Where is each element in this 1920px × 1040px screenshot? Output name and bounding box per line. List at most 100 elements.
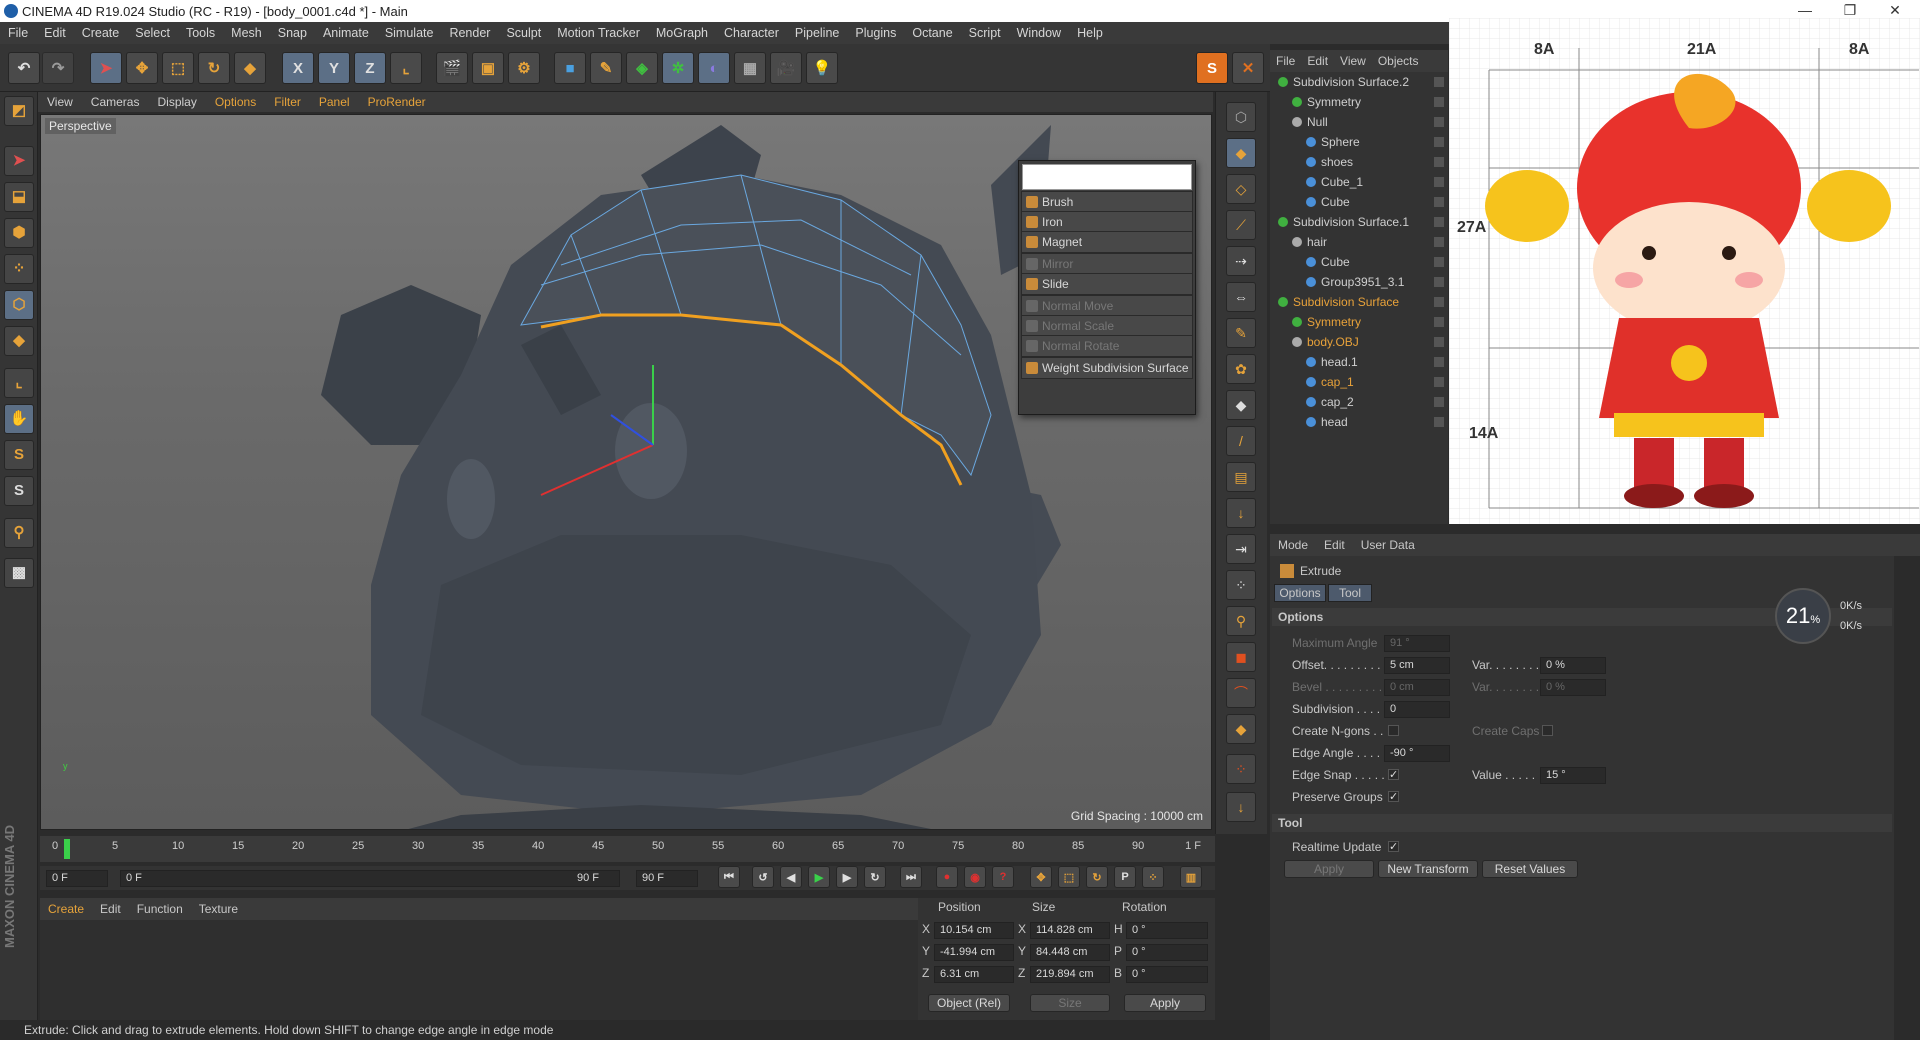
object-tree-row[interactable]: body.OBJ bbox=[1270, 332, 1448, 352]
selection-mode-icon[interactable]: ➤ bbox=[4, 146, 34, 176]
size-field[interactable]: 219.894 cm bbox=[1030, 966, 1110, 983]
step-forward-icon[interactable]: ▶ bbox=[836, 866, 858, 888]
render-settings-icon[interactable]: ⚙ bbox=[508, 52, 540, 84]
y-axis-lock[interactable]: Y bbox=[318, 52, 350, 84]
extrude-icon[interactable]: ✎ bbox=[1226, 318, 1256, 348]
object-tree-row[interactable]: Subdivision Surface.2 bbox=[1270, 72, 1448, 92]
menu-item[interactable]: Character bbox=[716, 26, 787, 40]
render-picture-viewer-icon[interactable]: ▣ bbox=[472, 52, 504, 84]
redo-button[interactable]: ↷ bbox=[42, 52, 74, 84]
material-menu-item[interactable]: Create bbox=[40, 902, 92, 916]
visibility-icon[interactable] bbox=[1434, 277, 1444, 287]
material-menu-item[interactable]: Function bbox=[129, 902, 191, 916]
rotation-field[interactable]: 0 ° bbox=[1126, 966, 1208, 983]
object-menu-item[interactable]: Edit bbox=[1301, 54, 1334, 68]
visibility-icon[interactable] bbox=[1434, 257, 1444, 267]
visibility-icon[interactable] bbox=[1434, 217, 1444, 227]
visibility-icon[interactable] bbox=[1434, 77, 1444, 87]
bevel-field[interactable]: 0 cm bbox=[1384, 679, 1450, 696]
rotation-key-icon[interactable]: ↻ bbox=[1086, 866, 1108, 888]
make-editable-icon[interactable]: ◩ bbox=[4, 96, 34, 126]
edges-mode-icon[interactable]: ⬡ bbox=[4, 290, 34, 320]
recent-tool-icon[interactable]: ◆ bbox=[234, 52, 266, 84]
create-caps-checkbox[interactable] bbox=[1542, 725, 1553, 736]
workplane-icon[interactable]: ✕ bbox=[1232, 52, 1264, 84]
move-icon[interactable]: ✥ bbox=[126, 52, 158, 84]
popup-item[interactable]: Magnet bbox=[1021, 231, 1193, 253]
snap-enable-icon[interactable]: S bbox=[4, 440, 34, 470]
texture-mode-icon[interactable]: ⬓ bbox=[4, 182, 34, 212]
object-tree-row[interactable]: Null bbox=[1270, 112, 1448, 132]
step-back-icon[interactable]: ◀ bbox=[780, 866, 802, 888]
loop-forward-icon[interactable]: ↻ bbox=[864, 866, 886, 888]
popup-item[interactable]: Mirror bbox=[1021, 253, 1193, 275]
menu-item[interactable]: Sculpt bbox=[498, 26, 549, 40]
stitch-icon[interactable]: ▤ bbox=[1226, 462, 1256, 492]
max-angle-field[interactable]: 91 ° bbox=[1384, 635, 1450, 652]
playhead[interactable] bbox=[64, 839, 70, 859]
menu-item[interactable]: Select bbox=[127, 26, 178, 40]
timeline-ruler[interactable]: 1 F 0 5 10 15 20 25 30 35 40 45 50 55 60 65 70 75 80 85 90 bbox=[40, 836, 1215, 862]
edge-angle-field[interactable]: -90 ° bbox=[1384, 745, 1450, 762]
polygons-mode-icon[interactable]: ◆ bbox=[4, 326, 34, 356]
size-mode-dropdown[interactable]: Size bbox=[1030, 994, 1110, 1012]
undo-button[interactable]: ↶ bbox=[8, 52, 40, 84]
rotation-field[interactable]: 0 ° bbox=[1126, 944, 1208, 961]
menu-item[interactable]: Motion Tracker bbox=[549, 26, 648, 40]
render-view-icon[interactable]: 🎬 bbox=[436, 52, 468, 84]
object-tree-row[interactable]: Cube_1 bbox=[1270, 172, 1448, 192]
magnet-icon[interactable]: ⚲ bbox=[4, 518, 34, 548]
x-axis-lock[interactable]: X bbox=[282, 52, 314, 84]
object-tree-row[interactable]: cap_1 bbox=[1270, 372, 1448, 392]
visibility-icon[interactable] bbox=[1434, 357, 1444, 367]
object-tree-row[interactable]: Sphere bbox=[1270, 132, 1448, 152]
mirror-icon[interactable]: ◆ bbox=[1226, 714, 1256, 744]
tab-tool[interactable]: Tool bbox=[1328, 584, 1372, 602]
spline-select-icon[interactable]: ◼ bbox=[1226, 642, 1256, 672]
scale-key-icon[interactable]: ⬚ bbox=[1058, 866, 1080, 888]
object-tree-row[interactable]: Subdivision Surface.1 bbox=[1270, 212, 1448, 232]
attribute-menu-item[interactable]: Edit bbox=[1316, 538, 1353, 552]
current-frame-field[interactable]: 0 F bbox=[46, 870, 108, 887]
menu-item[interactable]: Animate bbox=[315, 26, 377, 40]
bevel-icon[interactable]: ✿ bbox=[1226, 354, 1256, 384]
size-field[interactable]: 114.828 cm bbox=[1030, 922, 1110, 939]
model-mode-icon[interactable]: ⬢ bbox=[4, 218, 34, 248]
tweak-mode-icon[interactable]: ✋ bbox=[4, 404, 34, 434]
pen-spline-icon[interactable]: ✎ bbox=[590, 52, 622, 84]
coords-apply-button[interactable]: Apply bbox=[1124, 994, 1206, 1012]
menu-item[interactable]: Octane bbox=[904, 26, 960, 40]
visibility-icon[interactable] bbox=[1434, 237, 1444, 247]
position-field[interactable]: 10.154 cm bbox=[934, 922, 1014, 939]
create-ngons-checkbox[interactable] bbox=[1388, 725, 1399, 736]
viewport-menu-item[interactable]: Panel bbox=[310, 95, 359, 109]
apply-button[interactable]: Apply bbox=[1284, 860, 1374, 878]
menu-item[interactable]: Plugins bbox=[847, 26, 904, 40]
visibility-icon[interactable] bbox=[1434, 297, 1444, 307]
rotation-field[interactable]: 0 ° bbox=[1126, 922, 1208, 939]
size-field[interactable]: 84.448 cm bbox=[1030, 944, 1110, 961]
object-menu-item[interactable]: Objects bbox=[1372, 54, 1425, 68]
weld-icon[interactable]: ↓ bbox=[1226, 498, 1256, 528]
menu-item[interactable]: Snap bbox=[270, 26, 315, 40]
snap-icon[interactable]: S bbox=[1196, 52, 1228, 84]
menu-item[interactable]: Create bbox=[74, 26, 128, 40]
popup-item[interactable]: Iron bbox=[1021, 211, 1193, 233]
popup-item[interactable]: Slide bbox=[1021, 273, 1193, 295]
axis-mode-icon[interactable]: ⌞ bbox=[4, 368, 34, 398]
viewport-menu-item[interactable]: Cameras bbox=[82, 95, 149, 109]
menu-item[interactable]: Mesh bbox=[223, 26, 270, 40]
go-to-start-icon[interactable]: ⏮ bbox=[718, 866, 740, 888]
menu-item[interactable]: Edit bbox=[36, 26, 74, 40]
material-manager-area[interactable]: MAXON CINEMA 4D bbox=[2, 825, 920, 1020]
object-tree-row[interactable]: head.1 bbox=[1270, 352, 1448, 372]
visibility-icon[interactable] bbox=[1434, 97, 1444, 107]
mograph-cloner-icon[interactable]: ✲ bbox=[662, 52, 694, 84]
object-tree-row[interactable]: shoes bbox=[1270, 152, 1448, 172]
popup-item[interactable]: Weight Subdivision Surface bbox=[1021, 357, 1193, 379]
subdivision-field[interactable]: 0 bbox=[1384, 701, 1450, 718]
array-icon[interactable]: ⁘ bbox=[1226, 570, 1256, 600]
object-tree-row[interactable]: Subdivision Surface bbox=[1270, 292, 1448, 312]
deformer-icon[interactable]: ◐ bbox=[698, 52, 730, 84]
magnet-tool-icon[interactable]: ⚲ bbox=[1226, 606, 1256, 636]
